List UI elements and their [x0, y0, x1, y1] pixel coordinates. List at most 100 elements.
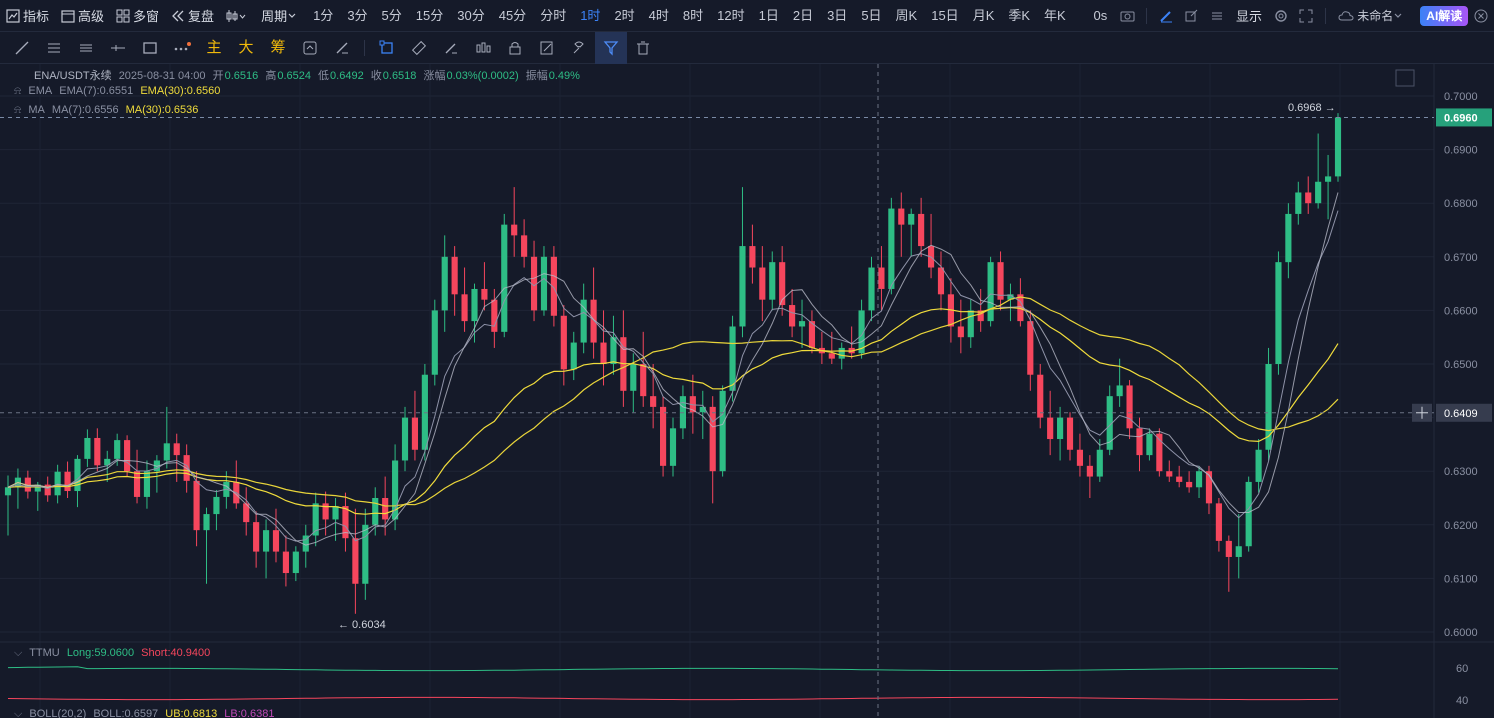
period-tab[interactable]: 3日 [820, 0, 854, 32]
top-toolbar: 指标 高级 多窗 复盘 周期 1分 3分 5分 15分 30分 45分 分时 1时 2时 4时 8时… [0, 0, 1494, 32]
candle-body [1126, 385, 1133, 429]
chips-button[interactable]: 筹 [262, 32, 294, 64]
period-tab[interactable]: 5分 [375, 0, 409, 32]
symbol-label: ENA/USDT永续 [34, 70, 112, 82]
period-tab[interactable]: 15日 [924, 0, 965, 32]
period-tab[interactable]: 1日 [752, 0, 786, 32]
boll-legend[interactable]: ⌵ BOLL(20,2) BOLL:0.6597 UB:0.6813 LB:0.… [14, 708, 278, 718]
period-tab[interactable]: 8时 [676, 0, 710, 32]
popout-icon[interactable] [1179, 0, 1205, 32]
period-tab[interactable]: 30分 [450, 0, 491, 32]
fullscreen-icon[interactable] [1294, 0, 1320, 32]
period-tab[interactable]: 2时 [607, 0, 641, 32]
parallel-lines-icon[interactable] [70, 32, 102, 64]
indicator-label: 指标 [23, 9, 50, 24]
ma-legend[interactable]: ⍾ MA MA(7):0.6556 MA(30):0.6536 [14, 104, 202, 117]
chart-type-button[interactable] [220, 0, 255, 32]
candle-body [421, 374, 428, 450]
period-tab[interactable]: 2日 [786, 0, 820, 32]
candle-body [1186, 481, 1193, 488]
price-tick: 0.6900 [1444, 145, 1478, 157]
candle-body [203, 514, 210, 531]
candle-body [1057, 417, 1064, 440]
period-tab[interactable]: 5日 [854, 0, 888, 32]
price-chart[interactable]: 0.7000 0.6900 0.6800 0.6700 0.6600 0.6500 0.64… [0, 64, 1494, 718]
candles-icon[interactable] [467, 32, 499, 64]
layout-name-button[interactable]: 未命名 [1332, 0, 1412, 32]
candle-body [749, 246, 756, 268]
display-button[interactable]: 显示 [1230, 0, 1268, 32]
close-icon[interactable] [1468, 0, 1494, 32]
price-axis: 0.7000 0.6900 0.6800 0.6700 0.6600 0.6500 0.64… [1444, 91, 1478, 707]
candle-body [888, 208, 895, 289]
rectangle-icon[interactable] [134, 32, 166, 64]
period-tab[interactable]: 15分 [409, 0, 450, 32]
eraser-icon[interactable] [326, 32, 358, 64]
period-tab[interactable]: 分时 [533, 0, 573, 32]
boll-ub: UB:0.6813 [165, 708, 218, 718]
price-tick: 0.6600 [1444, 305, 1478, 317]
bell-icon: ⍾ [14, 85, 22, 97]
pen-icon[interactable] [435, 32, 467, 64]
price-tick: 0.6700 [1444, 252, 1478, 264]
low-marker: ← 0.6034 [338, 619, 386, 631]
period-tab[interactable]: 年K [1037, 0, 1073, 32]
candle-body [580, 299, 587, 343]
candle-body [640, 364, 647, 397]
timer-readout: 0s [1093, 7, 1108, 23]
multi-window-button[interactable]: 多窗 [110, 0, 165, 32]
draw-pen-icon[interactable] [1153, 0, 1179, 32]
candle-body [133, 471, 141, 497]
ema30-value: EMA(30):0.6560 [140, 85, 221, 97]
period-tab[interactable]: 3分 [340, 0, 374, 32]
period-menu[interactable]: 周期 [255, 0, 306, 32]
candle-body [997, 262, 1004, 300]
period-tab[interactable]: 1时 [573, 0, 607, 32]
main-indicator-button[interactable]: 主 [198, 32, 230, 64]
edit-note-icon[interactable] [531, 32, 563, 64]
more-tools-icon[interactable] [166, 32, 198, 64]
ema30-line [7, 306, 1339, 515]
trash-icon[interactable] [627, 32, 659, 64]
filter-icon[interactable] [595, 31, 627, 64]
candle-body [868, 267, 875, 311]
list-icon[interactable] [1204, 0, 1230, 32]
lock-icon[interactable] [499, 32, 531, 64]
advanced-label: 高级 [78, 9, 105, 24]
compare-icon[interactable] [294, 32, 326, 64]
indicator-button[interactable]: 指标 [0, 0, 55, 32]
advanced-button[interactable]: 高级 [55, 0, 110, 32]
ai-explain-button[interactable]: AI解读 [1420, 5, 1469, 26]
candle-body [4, 487, 12, 496]
magnet-icon[interactable] [563, 32, 595, 64]
period-tab[interactable]: 12时 [710, 0, 751, 32]
candle-body [451, 256, 458, 295]
candle-body [1037, 374, 1044, 418]
candles-layer [4, 113, 1342, 614]
ttmu-legend[interactable]: ⌵ TTMU Long:59.0600 Short:40.9400 [14, 647, 214, 660]
ruler-icon[interactable] [403, 32, 435, 64]
replay-button[interactable]: 复盘 [165, 0, 220, 32]
settings-icon[interactable] [1268, 0, 1294, 32]
select-icon[interactable] [371, 32, 403, 64]
candle-body [669, 428, 677, 466]
period-tab[interactable]: 4时 [642, 0, 676, 32]
candle-body [659, 406, 667, 466]
period-tab[interactable]: 季K [1001, 0, 1037, 32]
candle-body [1324, 176, 1332, 182]
horizontal-ray-icon[interactable] [102, 32, 134, 64]
big-order-button[interactable]: 大 [230, 32, 262, 64]
high-label: 高 [265, 70, 277, 82]
horizontal-lines-icon[interactable] [38, 32, 70, 64]
period-tab[interactable]: 1分 [306, 0, 340, 32]
price-tick: 0.6200 [1444, 520, 1478, 532]
candle-body [143, 471, 151, 497]
candle-body [1235, 546, 1242, 557]
trendline-icon[interactable] [6, 32, 38, 64]
camera-icon[interactable] [1114, 0, 1140, 32]
ema-legend[interactable]: ⍾ EMA EMA(7):0.6551 EMA(30):0.6560 [14, 85, 224, 98]
period-tab[interactable]: 周K [889, 0, 925, 32]
period-tab[interactable]: 月K [966, 0, 1002, 32]
candle-body [600, 342, 607, 364]
period-tab[interactable]: 45分 [492, 0, 533, 32]
